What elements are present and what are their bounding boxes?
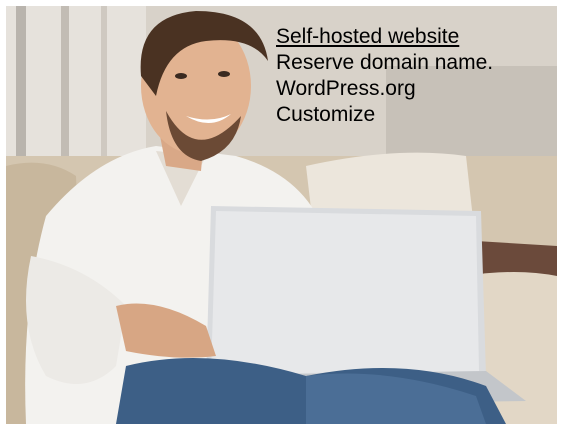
caption-item: Reserve domain name. xyxy=(276,51,494,74)
laptop-lid-surface xyxy=(211,211,479,374)
eye xyxy=(175,73,187,79)
slide: Self-hosted website Reserve domain name.… xyxy=(0,0,563,426)
caption-item: Customize xyxy=(276,103,376,126)
caption-text: Self-hosted website Reserve domain name.… xyxy=(276,24,546,128)
window-frame xyxy=(101,6,107,176)
eye xyxy=(218,71,230,77)
caption-heading: Self-hosted website xyxy=(276,25,460,48)
caption-item: WordPress.org xyxy=(276,77,416,100)
